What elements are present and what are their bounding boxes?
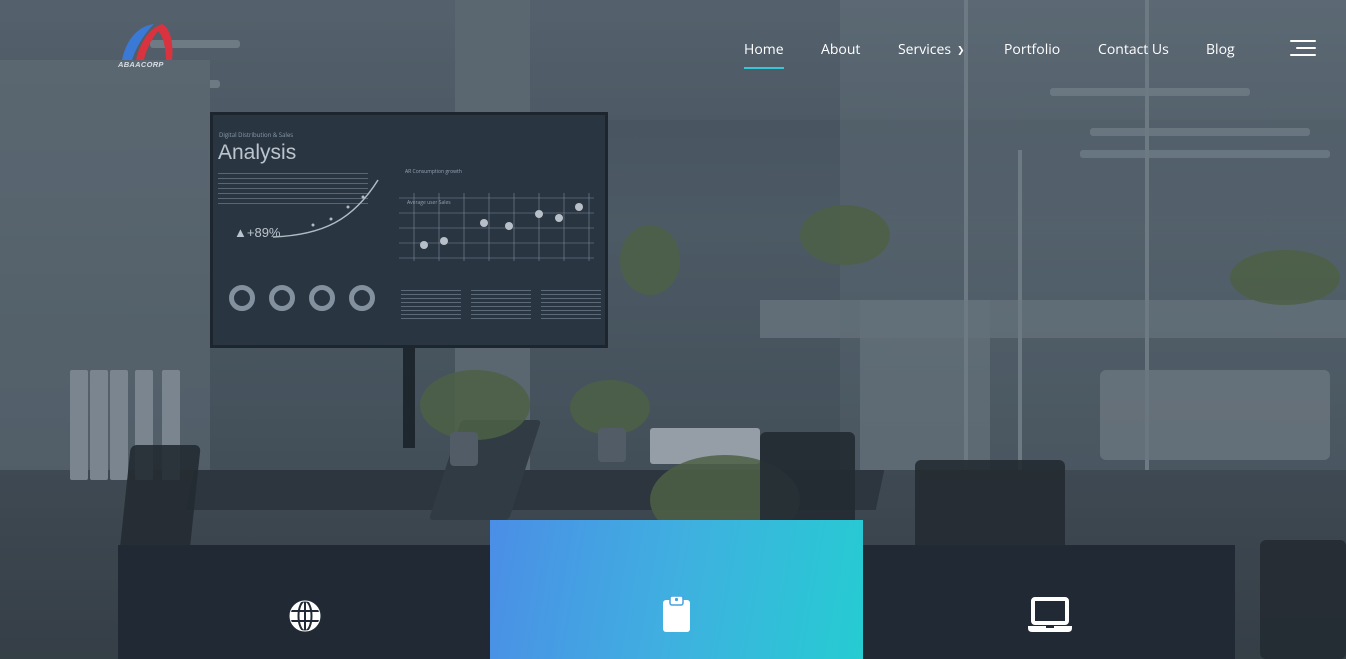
globe-icon [289, 600, 321, 632]
chevron-down-icon: ❯ [957, 43, 965, 56]
nav-services-label: Services [898, 40, 952, 59]
nav-contact-us[interactable]: Contact Us [1098, 40, 1169, 59]
brand-logo[interactable]: ABAACORP [118, 22, 176, 70]
feature-box-laptop[interactable] [863, 545, 1235, 659]
feature-box-globe[interactable] [118, 545, 490, 659]
nav-home[interactable]: Home [744, 40, 784, 69]
laptop-icon [1028, 597, 1072, 632]
nav-about[interactable]: About [821, 40, 860, 59]
logo-mark-icon [122, 24, 173, 60]
logo-text: ABAACORP [118, 60, 164, 69]
nav-blog[interactable]: Blog [1206, 40, 1235, 59]
nav-services[interactable]: Services ❯ [898, 40, 965, 59]
hamburger-menu-icon[interactable] [1290, 40, 1316, 56]
clipboard-icon [663, 596, 690, 632]
nav-portfolio[interactable]: Portfolio [1004, 40, 1060, 59]
feature-box-clipboard[interactable] [490, 520, 863, 659]
